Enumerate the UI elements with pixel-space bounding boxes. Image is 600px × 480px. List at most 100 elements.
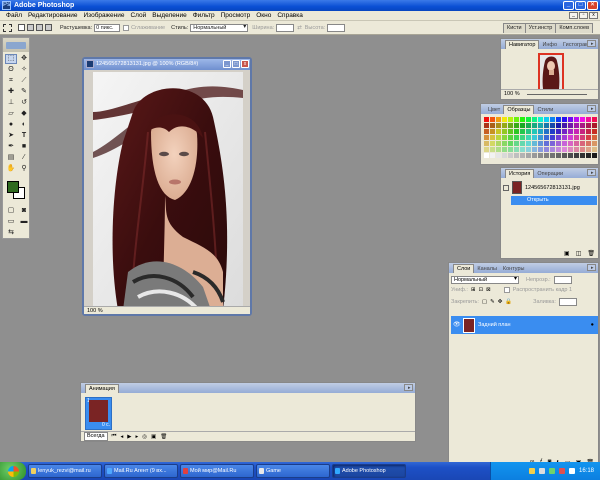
swatch-cell[interactable] <box>508 147 513 152</box>
loop-select[interactable]: Всегда <box>84 432 108 441</box>
document-titlebar[interactable]: 124565672813131.jpg @ 100% (RGB/8#) _ □ … <box>84 59 250 70</box>
swatch-cell[interactable] <box>508 117 513 122</box>
swatch-cell[interactable] <box>502 147 507 152</box>
swatch-cell[interactable] <box>490 129 495 134</box>
navigator-zoom[interactable]: 100 % <box>504 91 520 97</box>
style-select[interactable]: Нормальный <box>190 23 249 32</box>
lasso-tool-icon[interactable]: ʘ <box>5 65 17 75</box>
tab-layer-comps[interactable]: Комп.слоев <box>555 23 593 33</box>
swatch-cell[interactable] <box>586 135 591 140</box>
swatch-cell[interactable] <box>550 147 555 152</box>
swatch-cell[interactable] <box>574 123 579 128</box>
swatch-cell[interactable] <box>556 135 561 140</box>
doc-restore-button[interactable]: ▫ <box>579 12 588 19</box>
tab-swatches[interactable]: Образцы <box>503 105 535 114</box>
panel-menu-icon[interactable]: ▸ <box>587 40 596 47</box>
swatch-cell[interactable] <box>568 135 573 140</box>
taskbar-button-email[interactable]: lenyuk_rezvi@mail.ru <box>28 464 102 478</box>
swatch-cell[interactable] <box>544 123 549 128</box>
document-maximize-button[interactable]: □ <box>232 60 240 68</box>
swatch-cell[interactable] <box>496 153 501 158</box>
propagate-checkbox[interactable] <box>503 287 510 293</box>
menu-filter[interactable]: Фильтр <box>190 11 218 21</box>
maximize-button[interactable]: □ <box>575 1 586 10</box>
swatch-cell[interactable] <box>538 135 543 140</box>
tray-agent-icon[interactable] <box>528 468 535 474</box>
tray-volume-icon[interactable] <box>538 468 545 474</box>
swatch-cell[interactable] <box>484 123 489 128</box>
swatch-cell[interactable] <box>526 153 531 158</box>
swatch-cell[interactable] <box>508 141 513 146</box>
swatch-cell[interactable] <box>580 129 585 134</box>
tab-layers[interactable]: Слои <box>453 264 475 273</box>
tab-history[interactable]: История <box>505 169 535 178</box>
swatch-cell[interactable] <box>532 117 537 122</box>
swatch-cell[interactable] <box>580 135 585 140</box>
swatch-cell[interactable] <box>568 129 573 134</box>
swatch-cell[interactable] <box>544 135 549 140</box>
delete-state-icon[interactable]: 🗑 <box>587 250 595 257</box>
swatch-cell[interactable] <box>550 141 555 146</box>
swatch-cell[interactable] <box>580 123 585 128</box>
feather-input[interactable]: 0 пикс. <box>94 23 121 32</box>
document-zoom[interactable]: 100 % <box>87 308 103 314</box>
swatch-cell[interactable] <box>514 153 519 158</box>
swatch-cell[interactable] <box>490 117 495 122</box>
tab-tool-presets[interactable]: Уст.инстр <box>524 23 557 33</box>
swatch-cell[interactable] <box>514 117 519 122</box>
swatch-grid[interactable] <box>484 117 597 158</box>
layer-row-background[interactable]: 👁 Задний план ● <box>451 316 598 334</box>
swatch-cell[interactable] <box>574 147 579 152</box>
swatch-cell[interactable] <box>574 135 579 140</box>
swatch-cell[interactable] <box>496 141 501 146</box>
swatch-cell[interactable] <box>544 147 549 152</box>
swatch-cell[interactable] <box>526 141 531 146</box>
swatch-cell[interactable] <box>514 129 519 134</box>
eraser-tool-icon[interactable]: ▱ <box>5 109 17 119</box>
swatch-cell[interactable] <box>538 117 543 122</box>
swatch-cell[interactable] <box>586 153 591 158</box>
swatch-cell[interactable] <box>526 135 531 140</box>
swatch-cell[interactable] <box>544 129 549 134</box>
screen-mode-standard-icon[interactable]: ▭ <box>5 217 17 227</box>
swatch-cell[interactable] <box>586 147 591 152</box>
start-button[interactable] <box>0 462 26 480</box>
delete-frame-icon[interactable]: 🗑 <box>160 434 167 440</box>
swatch-cell[interactable] <box>496 123 501 128</box>
swatch-cell[interactable] <box>484 129 489 134</box>
swatch-cell[interactable] <box>550 153 555 158</box>
swatch-cell[interactable] <box>592 147 597 152</box>
swatch-cell[interactable] <box>574 153 579 158</box>
swatch-cell[interactable] <box>496 135 501 140</box>
swatch-cell[interactable] <box>550 135 555 140</box>
tab-actions[interactable]: Операции <box>534 170 566 178</box>
swatch-cell[interactable] <box>580 141 585 146</box>
swatch-cell[interactable] <box>562 147 567 152</box>
swatch-cell[interactable] <box>562 135 567 140</box>
swatch-cell[interactable] <box>484 147 489 152</box>
swatch-cell[interactable] <box>520 135 525 140</box>
panel-menu-icon[interactable]: ▸ <box>404 384 413 391</box>
new-selection-icon[interactable] <box>18 24 25 31</box>
swatch-cell[interactable] <box>526 117 531 122</box>
tab-channels[interactable]: Каналы <box>474 265 500 273</box>
swatch-cell[interactable] <box>502 135 507 140</box>
swatch-cell[interactable] <box>502 129 507 134</box>
swatch-cell[interactable] <box>574 141 579 146</box>
taskbar-button-my-world[interactable]: Мой мир@Mail.Ru <box>180 464 254 478</box>
standard-mode-icon[interactable]: ▢ <box>5 206 17 216</box>
swatch-cell[interactable] <box>502 117 507 122</box>
first-frame-icon[interactable]: ⏮ <box>112 433 117 440</box>
clone-stamp-tool-icon[interactable]: ⊥ <box>5 98 17 108</box>
lock-pixels-icon[interactable]: ✎ <box>490 299 495 305</box>
type-tool-icon[interactable]: T <box>18 131 30 141</box>
tab-styles[interactable]: Стили <box>534 106 556 114</box>
swatch-cell[interactable] <box>526 147 531 152</box>
swatch-cell[interactable] <box>532 129 537 134</box>
new-snapshot-icon[interactable]: ◫ <box>576 250 582 257</box>
swatch-cell[interactable] <box>490 141 495 146</box>
swatch-cell[interactable] <box>580 147 585 152</box>
swatch-cell[interactable] <box>544 117 549 122</box>
swatch-cell[interactable] <box>592 117 597 122</box>
dodge-tool-icon[interactable]: ◐ <box>18 120 30 130</box>
